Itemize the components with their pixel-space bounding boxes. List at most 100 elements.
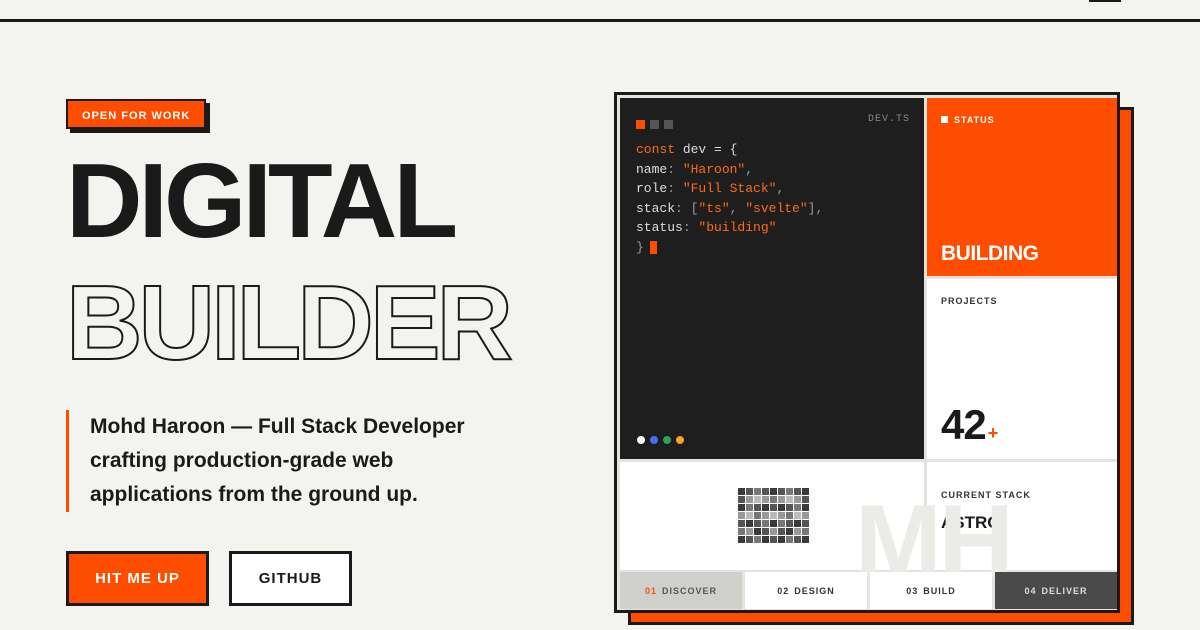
pixel [762,528,769,535]
status-value: BUILDING [941,242,1039,265]
status-label: STATUS [941,115,995,125]
pixel [786,504,793,511]
pixel [770,520,777,527]
pixel [794,488,801,495]
pixel [738,536,745,543]
pixel [746,504,753,511]
pixel [754,496,761,503]
code-line: stack: ["ts", "svelte"], [636,200,824,216]
hero-title-line-2: BUILDER [65,264,514,382]
intro-line: applications from the ground up. [90,483,418,506]
process-steps: 01 DISCOVER 02 DESIGN 03 BUILD 04 DELIVER [620,572,1117,609]
code-block: const dev = { name: "Haroon", role: "Ful… [636,140,823,257]
pixel [786,528,793,535]
pixel [786,520,793,527]
pixel [762,504,769,511]
color-dot [649,435,659,445]
pixel [786,488,793,495]
pixel [770,504,777,511]
pixel [802,488,809,495]
projects-count: 42 + [941,401,998,448]
pixel [738,488,745,495]
pixel [770,512,777,519]
status-panel: STATUS BUILDING [927,98,1117,276]
window-dots [636,116,678,134]
file-name: DEV.TS [867,114,910,125]
pixel [746,536,753,543]
pixel [802,512,809,519]
pixel [762,496,769,503]
pixel [794,496,801,503]
pixel [754,488,761,495]
menu-icon[interactable] [1089,0,1121,2]
pixel [778,528,785,535]
color-dot [636,435,646,445]
pixel [738,504,745,511]
projects-panel: PROJECTS 42 + [927,279,1117,459]
pixel [738,520,745,527]
window-dot [636,120,645,129]
pixel [778,520,785,527]
step-design[interactable]: 02 DESIGN [745,572,867,609]
pixel [786,496,793,503]
pixel-art-icon [738,488,809,543]
pixel [794,520,801,527]
pixel [778,496,785,503]
pixel [802,504,809,511]
pixel [778,512,785,519]
color-dot [675,435,685,445]
pixel [754,536,761,543]
pixel [802,520,809,527]
intro-line: Mohd Haroon — Full Stack Developer [90,415,465,438]
pixel [786,536,793,543]
pixel [738,496,745,503]
pixel [770,536,777,543]
pixel [754,520,761,527]
pixel [802,536,809,543]
pixel [770,488,777,495]
color-dot [662,435,672,445]
pixel [746,512,753,519]
intro-line: crafting production-grade web [90,449,394,472]
pixel [770,528,777,535]
pixel [762,536,769,543]
top-bar [0,0,1200,22]
pixel [794,528,801,535]
pixel [778,536,785,543]
code-line: } [636,238,823,258]
pixel [746,528,753,535]
code-line: const dev = { [636,142,738,157]
github-button[interactable]: GITHUB [229,551,352,606]
dev-card: DEV.TS const dev = { name: "Haroon", rol… [614,92,1120,613]
step-discover[interactable]: 01 DISCOVER [620,572,742,609]
pixel [754,512,761,519]
code-line: role: "Full Stack", [636,181,785,196]
availability-badge: OPEN FOR WORK [66,99,207,129]
window-dot [664,120,673,129]
pixel [746,488,753,495]
pixel [770,496,777,503]
pixel [778,504,785,511]
pixel [754,504,761,511]
pixel [786,512,793,519]
pixel [746,496,753,503]
pixel [762,488,769,495]
code-line: name: "Haroon", [636,161,754,177]
pixel [794,512,801,519]
hero-title-line-1: DIGITAL [66,142,458,260]
step-deliver[interactable]: 04 DELIVER [995,572,1117,609]
pixel [778,488,785,495]
pixel [754,528,761,535]
pixel [746,520,753,527]
pixel [802,496,809,503]
window-dot [650,120,659,129]
contact-button[interactable]: HIT ME UP [66,551,209,606]
text-cursor [649,240,657,254]
code-line: status: "building" [636,220,777,235]
code-panel: DEV.TS const dev = { name: "Haroon", rol… [620,98,924,459]
pixel [794,536,801,543]
pixel [738,512,745,519]
step-build[interactable]: 03 BUILD [870,572,992,609]
color-dots [636,432,688,450]
projects-label: PROJECTS [941,296,998,306]
